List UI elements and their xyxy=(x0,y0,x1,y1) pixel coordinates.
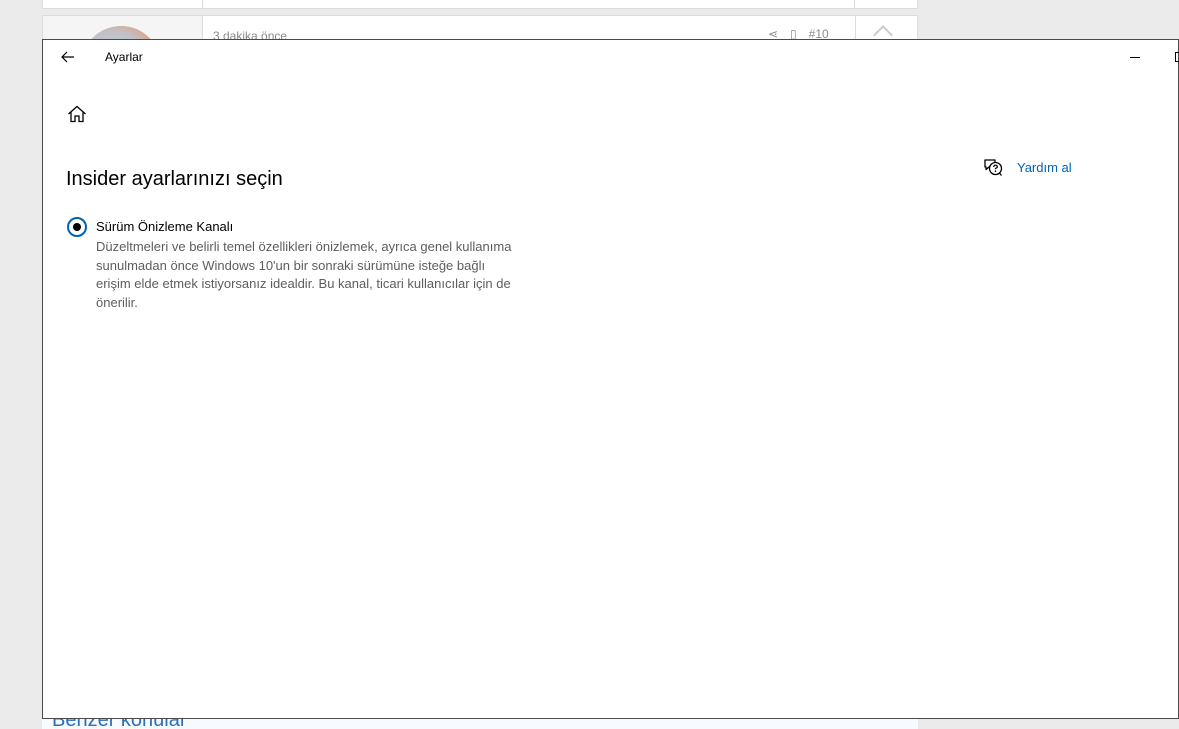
home-icon xyxy=(68,105,86,123)
previous-post-edge xyxy=(42,0,918,9)
title-bar: Ayarlar xyxy=(43,40,1179,74)
get-help-label[interactable]: Yardım al xyxy=(1017,160,1072,175)
window-title: Ayarlar xyxy=(105,50,143,64)
minimize-icon xyxy=(1130,57,1140,58)
back-arrow-icon xyxy=(61,51,74,63)
minimize-button[interactable] xyxy=(1117,40,1153,74)
maximize-button[interactable] xyxy=(1171,40,1179,74)
chat-help-icon xyxy=(984,159,1003,176)
option-description: Düzeltmeleri ve belirli temel özellikler… xyxy=(96,239,512,311)
page-title: Insider ayarlarınızı seçin xyxy=(66,168,283,190)
home-button[interactable] xyxy=(65,102,89,126)
get-help-link[interactable]: Yardım al xyxy=(983,156,1072,178)
option-label[interactable]: Sürüm Önizleme Kanalı xyxy=(96,219,233,234)
back-button[interactable] xyxy=(55,46,81,68)
settings-window: Ayarlar Insider ayarlarınızı seçin Sürüm… xyxy=(42,39,1179,719)
maximize-icon xyxy=(1175,52,1179,62)
release-preview-radio[interactable] xyxy=(67,217,87,237)
